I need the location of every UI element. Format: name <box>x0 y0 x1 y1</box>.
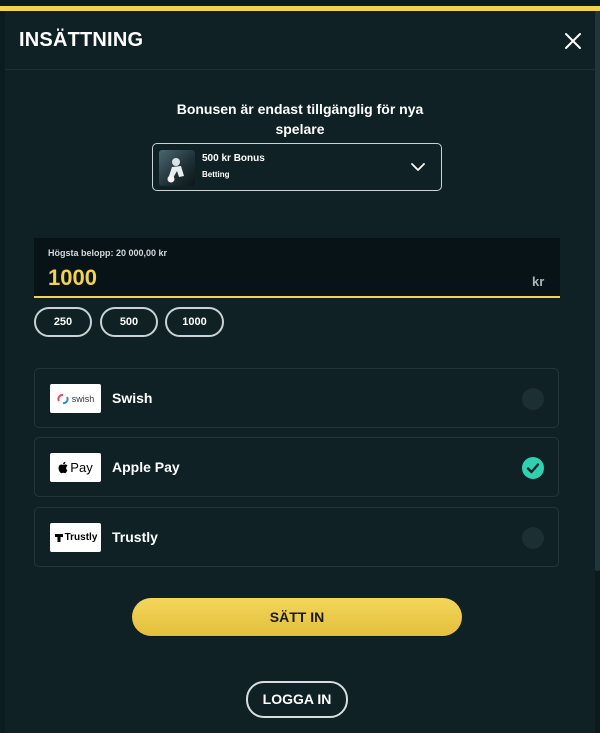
bonus-notice-text: Bonusen är endast tillgänglig för nya sp… <box>176 101 424 137</box>
scrollbar-thumb[interactable] <box>595 11 600 571</box>
quick-amount-1000[interactable]: 1000 <box>165 307 224 337</box>
quick-amount-500[interactable]: 500 <box>100 307 158 337</box>
checkmark-icon <box>526 463 540 474</box>
payment-method-apple-pay[interactable]: Pay Apple Pay <box>34 437 559 497</box>
payment-name-trustly: Trustly <box>112 529 158 545</box>
currency-label: kr <box>532 274 545 289</box>
apple-pay-logo: Pay <box>50 453 101 482</box>
payment-method-trustly[interactable]: Trustly Trustly <box>34 507 559 567</box>
apple-pay-logo-text: Pay <box>70 460 93 475</box>
login-button[interactable]: LOGGA IN <box>246 681 348 718</box>
modal-header: INSÄTTNING <box>5 11 595 70</box>
bonus-name: 500 kr Bonus <box>202 153 265 164</box>
radio-swish[interactable] <box>522 388 544 410</box>
amount-field[interactable]: Högsta belopp: 20 000,00 kr kr <box>34 238 560 298</box>
bonus-thumbnail <box>159 150 195 186</box>
top-accent-bar <box>0 0 600 11</box>
trustly-logo-text: Trustly <box>64 532 98 543</box>
apple-icon <box>58 461 68 474</box>
quick-amount-250[interactable]: 250 <box>34 307 92 337</box>
trustly-icon <box>54 533 63 542</box>
radio-trustly[interactable] <box>522 527 544 549</box>
deposit-modal: INSÄTTNING Bonusen är endast tillgänglig… <box>5 11 595 733</box>
modal-title: INSÄTTNING <box>19 29 144 51</box>
radio-apple-pay[interactable] <box>522 457 544 479</box>
swish-icon <box>57 393 69 404</box>
payment-name-swish: Swish <box>112 390 153 406</box>
close-button[interactable] <box>561 29 585 53</box>
payment-name-apple-pay: Apple Pay <box>112 459 180 475</box>
amount-input[interactable] <box>48 265 448 291</box>
bonus-category: Betting <box>202 170 230 179</box>
max-amount-label: Högsta belopp: 20 000,00 kr <box>48 248 168 258</box>
bonus-notice: Bonusen är endast tillgänglig för nya sp… <box>5 99 595 139</box>
swish-logo: swish <box>50 384 101 413</box>
deposit-button[interactable]: SÄTT IN <box>132 598 462 636</box>
chevron-down-icon <box>411 163 425 171</box>
scrollbar[interactable] <box>595 11 600 733</box>
trustly-logo: Trustly <box>50 523 101 552</box>
swish-logo-text: swish <box>71 393 95 404</box>
close-icon <box>565 33 581 49</box>
athlete-icon <box>167 158 184 183</box>
payment-method-swish[interactable]: swish Swish <box>34 368 559 428</box>
bonus-dropdown[interactable]: 500 kr Bonus Betting <box>152 143 442 191</box>
